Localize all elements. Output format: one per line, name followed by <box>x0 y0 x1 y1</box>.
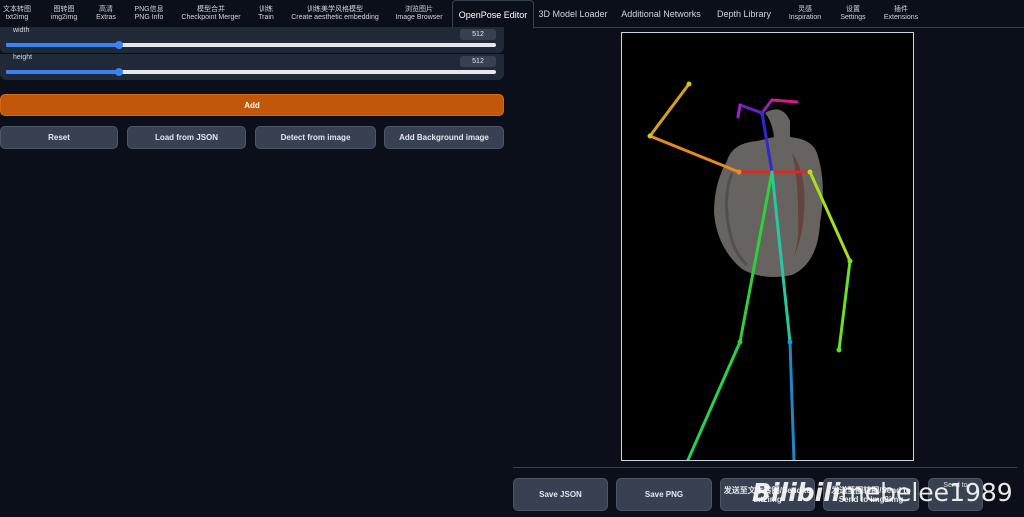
watermark-username: mebelee1989 <box>840 478 1013 507</box>
joint[interactable] <box>836 347 842 353</box>
tab-label: Additional Networks <box>621 8 701 19</box>
tab-label: 3D Model Loader <box>538 8 608 19</box>
joint[interactable] <box>787 339 793 345</box>
reset-button[interactable]: Reset <box>0 126 118 149</box>
limb-right-forearm <box>837 259 852 352</box>
tab-train[interactable]: 训练 Train <box>255 0 277 27</box>
bilibili-logo: Bilibili <box>752 478 841 507</box>
tab-label-cn: 训练美学风格模型 <box>307 5 363 13</box>
tab-openpose-editor[interactable]: OpenPose Editor <box>452 0 534 29</box>
tab-label-cn: 插件 <box>894 5 908 13</box>
tab-label-cn: 模型合并 <box>197 5 225 13</box>
height-slider-track[interactable] <box>6 68 496 76</box>
tab-label-cn: 训练 <box>259 5 273 13</box>
tab-txt2img[interactable]: 文本转图 txt2img <box>0 0 34 27</box>
limb-head-right-ear <box>770 98 799 104</box>
joint[interactable] <box>759 110 765 116</box>
tab-label-en: Settings <box>840 13 866 21</box>
tab-label-en: Extras <box>96 13 116 21</box>
limb-right-shin <box>788 340 796 462</box>
save-png-button[interactable]: Save PNG <box>616 478 712 511</box>
tab-extras[interactable]: 高清 Extras <box>94 0 118 27</box>
tab-png-info[interactable]: PNG信息 PNG Info <box>130 0 168 27</box>
bottom-divider <box>513 467 1017 468</box>
tab-label-en: Extensions <box>883 13 919 21</box>
tab-label-en: Train <box>258 13 274 21</box>
tab-label: Depth Library <box>716 8 772 19</box>
add-background-image-button[interactable]: Add Background image <box>384 126 504 149</box>
tab-label-cn: 图转图 <box>53 5 75 13</box>
tab-label: OpenPose Editor <box>458 9 528 20</box>
tab-label-cn: 设置 <box>846 5 860 13</box>
joint[interactable] <box>686 81 692 87</box>
limb-head-left <box>738 103 764 115</box>
tab-checkpoint-merger[interactable]: 模型合并 Checkpoint Merger <box>180 0 242 27</box>
tab-bar: 文本转图 txt2img 图转图 img2img 高清 Extras PNG信息 PNG… <box>0 0 1024 29</box>
tab-label-en: Image Browser <box>395 13 443 21</box>
tab-label-en: Create aesthetic embedding <box>291 13 379 21</box>
tab-image-browser[interactable]: 浏览图片 Image Browser <box>394 0 444 27</box>
save-json-button[interactable]: Save JSON <box>513 478 608 511</box>
tab-label-cn: PNG信息 <box>134 5 164 13</box>
limb-head-left-ear <box>736 103 742 119</box>
tab-label-en: Checkpoint Merger <box>181 13 241 21</box>
tab-label-en: img2img <box>50 13 78 21</box>
width-slider-fill <box>6 43 119 47</box>
width-slider-thumb[interactable] <box>114 41 123 49</box>
tab-extensions[interactable]: 插件 Extensions <box>882 0 920 27</box>
tab-inspiration[interactable]: 灵感 Inspiration <box>786 0 824 27</box>
joint[interactable] <box>847 258 853 264</box>
tab-label-en: txt2img <box>5 13 29 21</box>
tab-settings[interactable]: 设置 Settings <box>838 0 868 27</box>
tab-label-cn: 灵感 <box>798 5 812 13</box>
height-slider-block: height 512 <box>0 54 504 80</box>
width-slider-block: width 512 <box>0 27 504 53</box>
height-label: height <box>13 54 33 61</box>
pose-canvas[interactable] <box>621 32 914 462</box>
tab-3d-model-loader[interactable]: 3D Model Loader <box>538 0 608 27</box>
tab-img2img[interactable]: 图转图 img2img <box>46 0 82 27</box>
detect-from-image-button[interactable]: Detect from image <box>255 126 376 149</box>
limb-left-forearm <box>648 82 691 138</box>
height-slider-fill <box>6 70 119 74</box>
joint[interactable] <box>736 169 742 175</box>
tab-depth-library[interactable]: Depth Library <box>714 0 774 27</box>
height-slider-thumb[interactable] <box>114 68 123 76</box>
limb-left-upper-arm <box>648 134 741 174</box>
tab-create-aesthetic-embedding[interactable]: 训练美学风格模型 Create aesthetic embedding <box>290 0 380 27</box>
tab-label-cn: 文本转图 <box>3 5 31 13</box>
width-value-input[interactable]: 512 <box>460 29 496 40</box>
tab-label-en: Inspiration <box>788 13 822 21</box>
limb-left-shin <box>686 340 742 462</box>
bilibili-watermark: Bilibilimebelee1989 <box>752 478 1013 507</box>
width-slider-track[interactable] <box>6 41 496 49</box>
add-button[interactable]: Add <box>0 94 504 116</box>
load-from-json-button[interactable]: Load from JSON <box>127 126 246 149</box>
tab-label-en: PNG Info <box>134 13 164 21</box>
width-label: width <box>13 27 30 34</box>
tab-label-cn: 高清 <box>99 5 113 13</box>
height-value-input[interactable]: 512 <box>460 56 496 67</box>
joint[interactable] <box>647 133 653 139</box>
joint[interactable] <box>807 169 813 175</box>
tab-additional-networks[interactable]: Additional Networks <box>620 0 702 27</box>
tab-label-cn: 浏览图片 <box>405 5 433 13</box>
joint[interactable] <box>737 339 743 345</box>
pose-canvas-svg <box>647 81 853 462</box>
